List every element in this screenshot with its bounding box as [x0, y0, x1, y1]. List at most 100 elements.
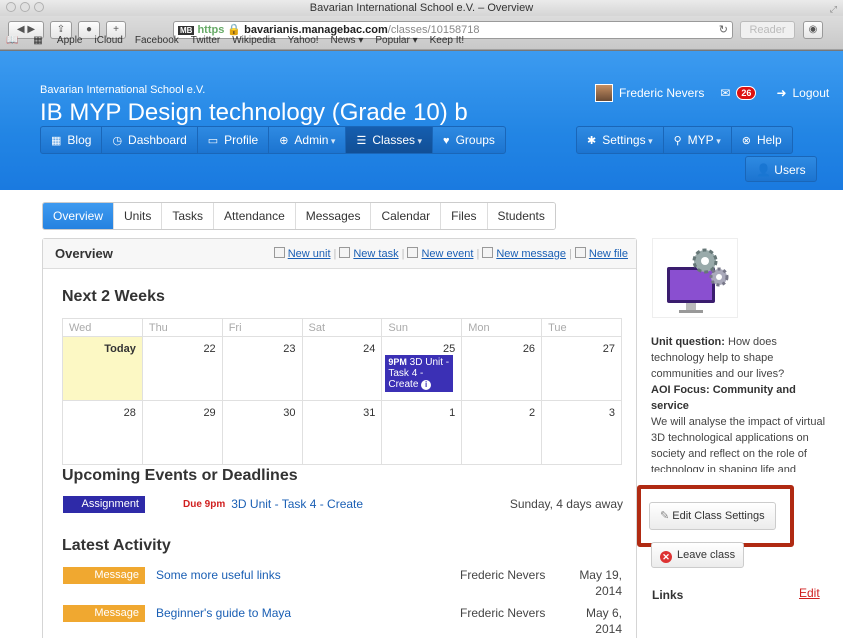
- help-icon: ⊗: [741, 135, 751, 147]
- day-header: Mon: [461, 318, 543, 337]
- separator: |: [569, 248, 572, 260]
- mail-icon[interactable]: ✉: [720, 86, 730, 100]
- aoi-focus: AOI Focus: Community and service: [651, 384, 796, 412]
- activity-item: Message Beginner's guide to Maya Frederic …: [63, 605, 623, 636]
- date-number: 22: [203, 343, 216, 355]
- avatar[interactable]: [595, 84, 613, 102]
- tab-overview[interactable]: Overview: [43, 203, 115, 229]
- nav-profile[interactable]: ▭ Profile: [198, 127, 270, 153]
- nav-myp[interactable]: ⚲ MYP ▾: [664, 127, 732, 153]
- tab-units[interactable]: Units: [114, 203, 163, 229]
- calendar-cell[interactable]: Today: [62, 336, 143, 401]
- nav-help[interactable]: ⊗ Help: [732, 127, 792, 153]
- day-header: Thu: [141, 318, 223, 337]
- unit-thumbnail: [652, 238, 738, 318]
- dashboard-icon: ◷: [112, 135, 123, 147]
- tab-attendance[interactable]: Attendance: [214, 203, 296, 229]
- site-header: Bavarian International School e.V. IB MY…: [0, 50, 843, 190]
- secondary-nav: ✱ Settings ▾ ⚲ MYP ▾ ⊗ Help: [576, 126, 793, 154]
- calendar-cell[interactable]: 28: [62, 400, 143, 465]
- new-message-link[interactable]: New message: [496, 248, 566, 260]
- day-header: Wed: [62, 318, 143, 337]
- new-event-link[interactable]: New event: [421, 248, 473, 260]
- links-edit[interactable]: Edit: [799, 586, 820, 600]
- top-sites-icon[interactable]: ▦: [33, 35, 42, 46]
- edit-class-settings-button[interactable]: ✎ Edit Class Settings: [649, 502, 776, 530]
- calendar-cell[interactable]: 2: [461, 400, 543, 465]
- users-button[interactable]: 👤 Users: [745, 156, 817, 182]
- nav-groups[interactable]: ♥ Groups: [433, 127, 505, 153]
- bookmark-icloud[interactable]: iCloud: [95, 35, 123, 46]
- day-header: Sun: [381, 318, 463, 337]
- new-event-icon: [407, 247, 419, 258]
- bookmark-popular[interactable]: Popular ▾: [375, 35, 417, 46]
- tab-calendar[interactable]: Calendar: [371, 203, 442, 229]
- groups-icon: ♥: [443, 135, 450, 147]
- calendar-cell[interactable]: 31: [301, 400, 383, 465]
- day-header: Fri: [221, 318, 303, 337]
- new-unit-link[interactable]: New unit: [288, 248, 331, 260]
- separator: |: [333, 248, 337, 260]
- main-content: Overview Units Tasks Attendance Messages Cale…: [0, 190, 843, 638]
- date-number: 26: [522, 343, 536, 355]
- nav-label: Profile: [224, 133, 259, 147]
- logout-link[interactable]: Logout: [793, 86, 830, 100]
- tab-tasks[interactable]: Tasks: [162, 203, 215, 229]
- panel-actions: New unit | New task | New event | New message |…: [273, 239, 628, 269]
- tab-files[interactable]: Files: [441, 203, 488, 229]
- nav-settings[interactable]: ✱ Settings ▾: [577, 127, 664, 153]
- bookmark-yahoo[interactable]: Yahoo!: [288, 35, 319, 46]
- nav-label: Classes: [372, 133, 416, 147]
- activity-link[interactable]: Some more useful links: [156, 567, 281, 584]
- class-title: IB MYP Design technology (Grade 10) b: [40, 99, 468, 126]
- calendar-cell[interactable]: 25 9PM 3D Unit - Task 4 - Create i: [381, 336, 463, 401]
- upcoming-link[interactable]: 3D Unit - Task 4 - Create: [231, 496, 363, 513]
- new-task-link[interactable]: New task: [353, 248, 398, 260]
- date-number: 1: [449, 407, 456, 419]
- date-number: 31: [363, 407, 376, 419]
- leave-class-label: Leave class: [677, 549, 736, 561]
- calendar-cell[interactable]: 23: [221, 336, 303, 401]
- date-number: Today: [104, 343, 136, 355]
- chevron-down-icon: ▾: [645, 136, 653, 146]
- leave-class-button[interactable]: ✕ Leave class: [651, 542, 745, 568]
- new-file-link[interactable]: New file: [589, 248, 628, 260]
- nav-classes[interactable]: ☰ Classes ▾: [346, 127, 434, 153]
- bookmark-twitter[interactable]: Twitter: [191, 35, 220, 46]
- bookmark-apple[interactable]: Apple: [57, 35, 83, 46]
- calendar-event[interactable]: 9PM 3D Unit - Task 4 - Create i: [385, 355, 454, 392]
- fullscreen-icon[interactable]: ⤢: [830, 1, 837, 17]
- user-name[interactable]: Frederic Nevers: [619, 86, 704, 100]
- calendar-cell[interactable]: 26: [461, 336, 543, 401]
- nav-label: Groups: [455, 133, 495, 147]
- messages-badge[interactable]: 26: [736, 86, 757, 100]
- calendar-cell[interactable]: 3: [541, 400, 622, 465]
- edit-settings-label: Edit Class Settings: [672, 510, 765, 522]
- calendar-cell[interactable]: 29: [141, 400, 223, 465]
- unit-desc: We will analyse the impact of virtual 3D…: [651, 416, 826, 472]
- calendar-cell[interactable]: 22: [141, 336, 223, 401]
- calendar-cell[interactable]: 30: [221, 400, 303, 465]
- info-icon[interactable]: i: [421, 380, 432, 390]
- reading-list-icon[interactable]: 📖: [6, 35, 18, 46]
- separator: |: [401, 248, 405, 260]
- date-number: 29: [203, 407, 216, 419]
- tab-messages[interactable]: Messages: [295, 203, 372, 229]
- bookmark-news[interactable]: News ▾: [331, 35, 364, 46]
- date-number: 3: [608, 407, 615, 419]
- nav-admin[interactable]: ⊕ Admin ▾: [269, 127, 347, 153]
- zoom-window-button[interactable]: [34, 2, 44, 12]
- calendar-cell[interactable]: 27: [541, 336, 622, 401]
- close-window-button[interactable]: [6, 2, 16, 12]
- tab-students[interactable]: Students: [487, 203, 555, 229]
- nav-blog[interactable]: ▦ Blog: [41, 127, 103, 153]
- minimize-window-button[interactable]: [20, 2, 30, 12]
- nav-dashboard[interactable]: ◷ Dashboard: [102, 127, 198, 153]
- bookmark-keep-it[interactable]: Keep It!: [430, 35, 464, 46]
- calendar-cell[interactable]: 1: [381, 400, 463, 465]
- calendar-cell[interactable]: 24: [301, 336, 383, 401]
- window-title: Bavarian International School e.V. – Ove…: [309, 2, 534, 14]
- bookmark-wikipedia[interactable]: Wikipedia: [232, 35, 275, 46]
- activity-link[interactable]: Beginner's guide to Maya: [156, 605, 291, 622]
- bookmark-facebook[interactable]: Facebook: [135, 35, 179, 46]
